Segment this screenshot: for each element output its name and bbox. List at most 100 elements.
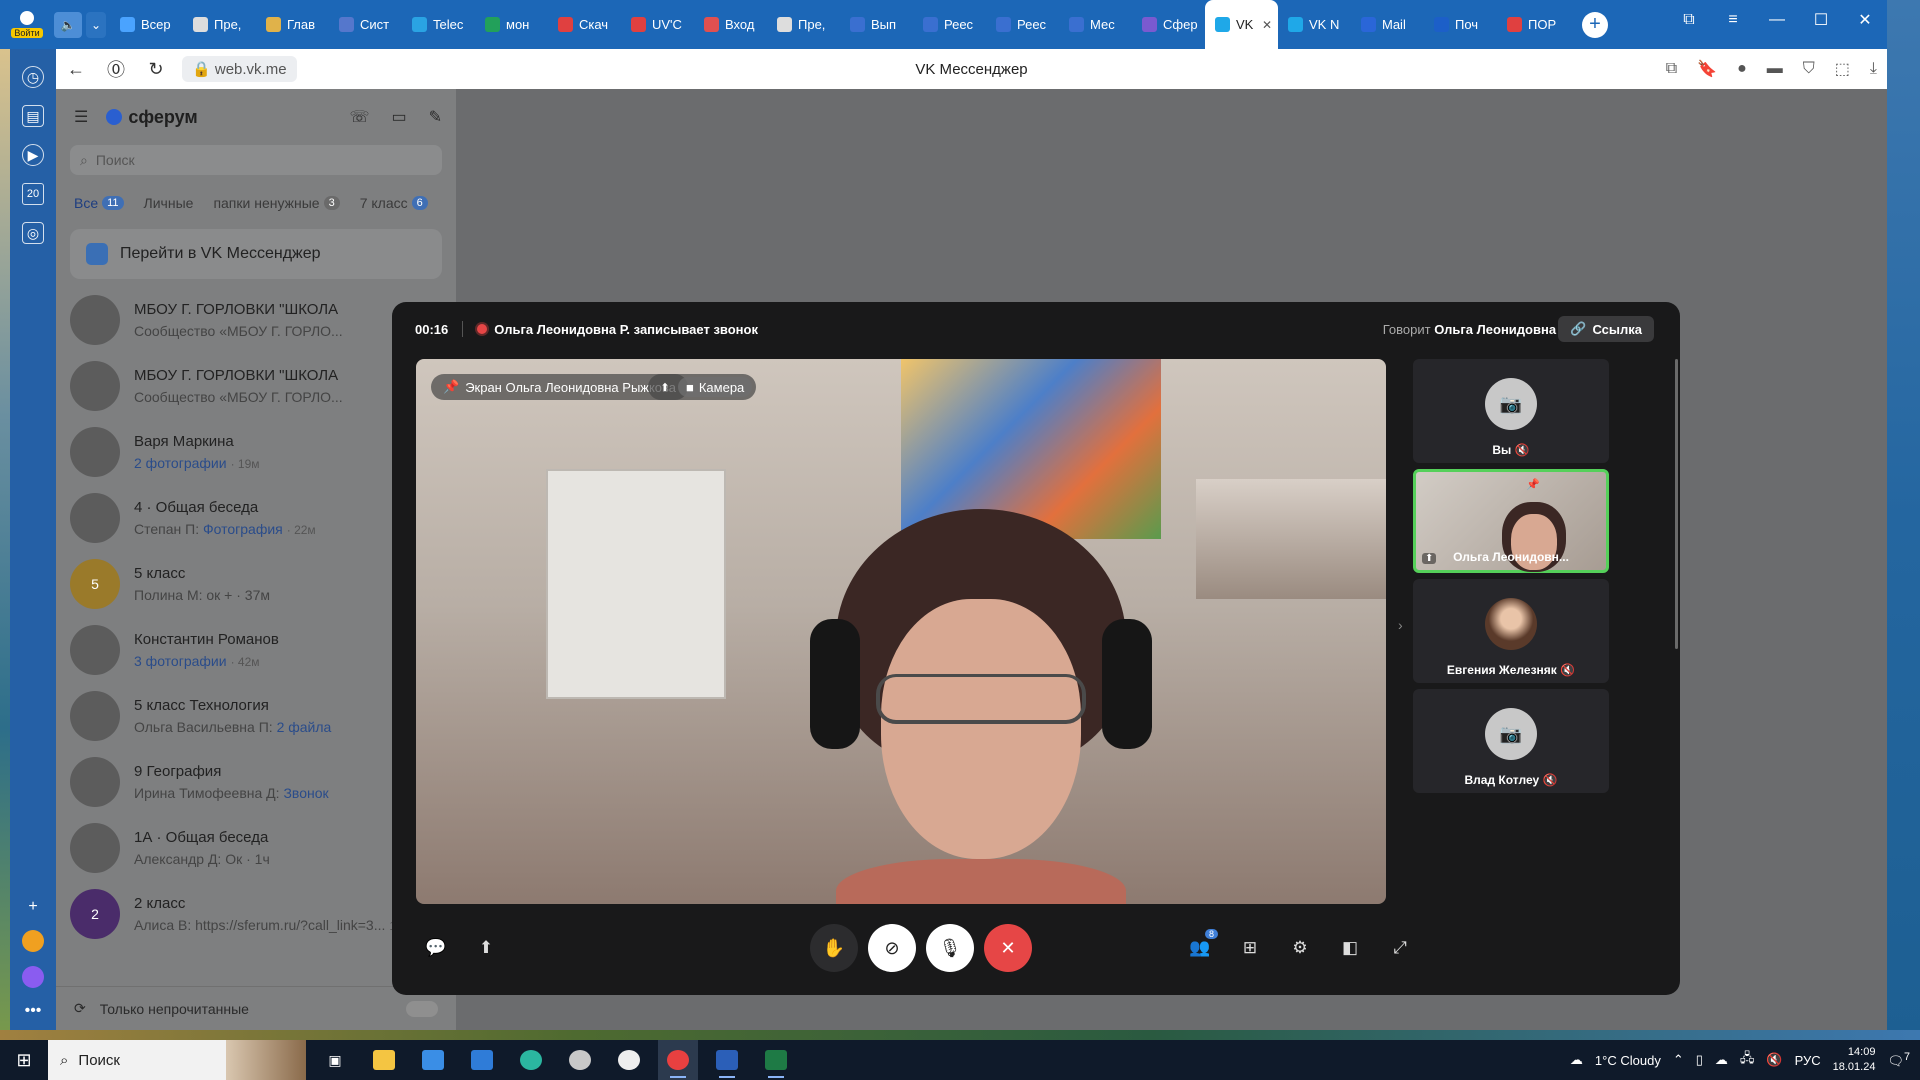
more-icon[interactable]: ••• bbox=[25, 1002, 42, 1020]
close-window-button[interactable]: ✕ bbox=[1843, 10, 1887, 30]
calendar-icon[interactable]: 20 bbox=[22, 183, 44, 205]
start-button[interactable]: ⊞ bbox=[0, 1050, 48, 1071]
browser-tab[interactable]: Поч bbox=[1424, 0, 1497, 49]
download-icon[interactable]: ⤓ bbox=[1870, 60, 1877, 78]
tray-chevron-icon[interactable]: ⌃ bbox=[1673, 1052, 1684, 1068]
end-call-button[interactable]: ✕ bbox=[984, 924, 1032, 972]
folder-tab[interactable]: папки ненужные 3 bbox=[213, 195, 340, 211]
browser-tab[interactable]: VK ✕ bbox=[1205, 0, 1278, 49]
profile-button[interactable]: Войти bbox=[0, 0, 54, 49]
minimize-button[interactable]: — bbox=[1755, 11, 1799, 29]
alice-icon[interactable] bbox=[22, 966, 44, 988]
reload-button[interactable]: ↻ bbox=[136, 59, 176, 80]
edge-icon[interactable] bbox=[511, 1040, 551, 1080]
search-input[interactable]: ⌕ Поиск bbox=[70, 145, 442, 175]
folder-tab[interactable]: Все 11 bbox=[74, 195, 124, 211]
camera-view-button[interactable]: ■ Камера bbox=[678, 377, 753, 397]
extensions-icon[interactable]: ⬚ bbox=[1835, 59, 1850, 79]
share-screen-icon[interactable]: ⬆ bbox=[474, 936, 498, 960]
bookmarks-icon[interactable]: ⧉ bbox=[1667, 11, 1711, 29]
browser-tab[interactable]: Глав bbox=[256, 0, 329, 49]
play-icon[interactable]: ▶ bbox=[22, 144, 44, 166]
folder-tab[interactable]: Личные bbox=[144, 195, 194, 211]
pip-icon[interactable]: ◧ bbox=[1338, 936, 1362, 960]
language-indicator[interactable]: РУС bbox=[1795, 1053, 1821, 1068]
browser-tab[interactable]: Сист bbox=[329, 0, 402, 49]
browser-tab[interactable]: Telec bbox=[402, 0, 475, 49]
chat-bubble-icon[interactable]: 💬 bbox=[424, 936, 448, 960]
new-tab-button[interactable]: + bbox=[1582, 11, 1608, 38]
close-tab-icon[interactable]: ✕ bbox=[1262, 18, 1272, 32]
compose-icon[interactable]: ✎ bbox=[429, 107, 442, 127]
back-button[interactable]: ← bbox=[56, 59, 96, 80]
add-panel-icon[interactable]: + bbox=[28, 898, 37, 916]
browser-tab[interactable]: Вып bbox=[840, 0, 913, 49]
chrome-icon[interactable] bbox=[609, 1040, 649, 1080]
copy-link-button[interactable]: 🔗 Ссылка bbox=[1558, 316, 1654, 342]
app-icon[interactable] bbox=[560, 1040, 600, 1080]
archive-icon[interactable]: ▭ bbox=[391, 107, 406, 127]
weather-text[interactable]: 1°C Cloudy bbox=[1595, 1053, 1661, 1068]
browser-tab[interactable]: Всер bbox=[110, 0, 183, 49]
task-view-icon[interactable]: ▣ bbox=[315, 1040, 355, 1080]
notification-center-icon[interactable]: 🗨7 bbox=[1887, 1051, 1910, 1069]
browser-tab[interactable]: Скач bbox=[548, 0, 621, 49]
only-unread-row[interactable]: ⟳ Только непрочитанные bbox=[56, 986, 456, 1030]
extension-icon[interactable]: ● bbox=[1737, 60, 1747, 78]
browser-tab[interactable]: VK N bbox=[1278, 0, 1351, 49]
folder-tab[interactable]: 7 класс 6 bbox=[360, 195, 428, 211]
mic-off-button[interactable]: 🎙 bbox=[926, 924, 974, 972]
extension2-icon[interactable]: ▬ bbox=[1767, 60, 1783, 78]
store-icon[interactable] bbox=[413, 1040, 453, 1080]
browser-tab[interactable]: Сфер bbox=[1132, 0, 1205, 49]
word-icon[interactable] bbox=[707, 1040, 747, 1080]
yandex-protect-icon[interactable]: ⓪ bbox=[96, 56, 136, 82]
participant-tile[interactable]: 📌 ⬆ Ольга Леонидовн... bbox=[1413, 469, 1609, 573]
browser-tab[interactable]: UV'С bbox=[621, 0, 694, 49]
tab-audio-icon[interactable]: 🔈 bbox=[54, 11, 82, 38]
copy-link-icon[interactable]: ⧉ bbox=[1666, 60, 1677, 78]
file-explorer-icon[interactable] bbox=[364, 1040, 404, 1080]
main-video[interactable]: 📌 Экран Ольга Леонидовна Рыжкова ⬆ ■ Камер… bbox=[416, 359, 1386, 904]
bookmark-icon[interactable]: 🔖 bbox=[1697, 59, 1717, 79]
settings-icon[interactable]: ⚙ bbox=[1288, 936, 1312, 960]
grid-layout-icon[interactable]: ⊞ bbox=[1238, 936, 1262, 960]
weather-app-icon[interactable] bbox=[22, 930, 44, 952]
url-field[interactable]: 🔒 web.vk.me bbox=[182, 56, 297, 82]
volume-icon[interactable]: 🔇 bbox=[1766, 1052, 1782, 1068]
menu-icon[interactable]: ≡ bbox=[1711, 11, 1755, 29]
browser-tab[interactable]: Пре, bbox=[767, 0, 840, 49]
participants-scrollbar[interactable] bbox=[1675, 359, 1678, 649]
tray-app-icon[interactable]: ▯ bbox=[1696, 1052, 1703, 1068]
participant-tile[interactable]: 📷 Вы 🔇 bbox=[1413, 359, 1609, 463]
excel-icon[interactable] bbox=[756, 1040, 796, 1080]
browser-tab[interactable]: Реес bbox=[913, 0, 986, 49]
onedrive-icon[interactable]: ☁ bbox=[1715, 1052, 1728, 1068]
shield-icon[interactable]: ⛉ bbox=[1803, 60, 1815, 78]
maximize-button[interactable]: ☐ bbox=[1799, 10, 1843, 30]
fullscreen-icon[interactable]: ⤢ bbox=[1388, 936, 1412, 960]
participant-tile[interactable]: Евгения Железняк 🔇 bbox=[1413, 579, 1609, 683]
taskbar-search[interactable]: ⌕ Поиск bbox=[48, 1040, 306, 1080]
yandex-browser-icon[interactable] bbox=[658, 1040, 698, 1080]
participant-tile[interactable]: 📷 Влад Котлеу 🔇 bbox=[1413, 689, 1609, 793]
browser-tab[interactable]: Пре, bbox=[183, 0, 256, 49]
browser-tab[interactable]: Реес bbox=[986, 0, 1059, 49]
call-icon[interactable]: ☏ bbox=[349, 107, 369, 127]
browser-tab[interactable]: мон bbox=[475, 0, 548, 49]
weather-icon[interactable]: ☁ bbox=[1570, 1052, 1583, 1068]
browser-tab[interactable]: Мес bbox=[1059, 0, 1132, 49]
network-icon[interactable]: 🖧 bbox=[1740, 1049, 1755, 1071]
tab-list-chevron-icon[interactable]: ⌄ bbox=[86, 11, 106, 38]
mail-icon[interactable] bbox=[462, 1040, 502, 1080]
screen-share-icon[interactable]: ⬆ bbox=[652, 377, 678, 397]
raise-hand-button[interactable]: ✋ bbox=[810, 924, 858, 972]
history-icon[interactable]: ◷ bbox=[22, 66, 44, 88]
participants-icon[interactable]: 👥 8 bbox=[1188, 929, 1218, 960]
chevron-right-icon[interactable]: › bbox=[1398, 617, 1403, 633]
camera-off-button[interactable]: ⊘ bbox=[868, 924, 916, 972]
clock[interactable]: 14:09 18.01.24 bbox=[1833, 1045, 1876, 1075]
only-unread-toggle[interactable] bbox=[406, 1000, 438, 1017]
screenshot-icon[interactable]: ◎ bbox=[22, 222, 44, 244]
browser-tab[interactable]: Вход bbox=[694, 0, 767, 49]
